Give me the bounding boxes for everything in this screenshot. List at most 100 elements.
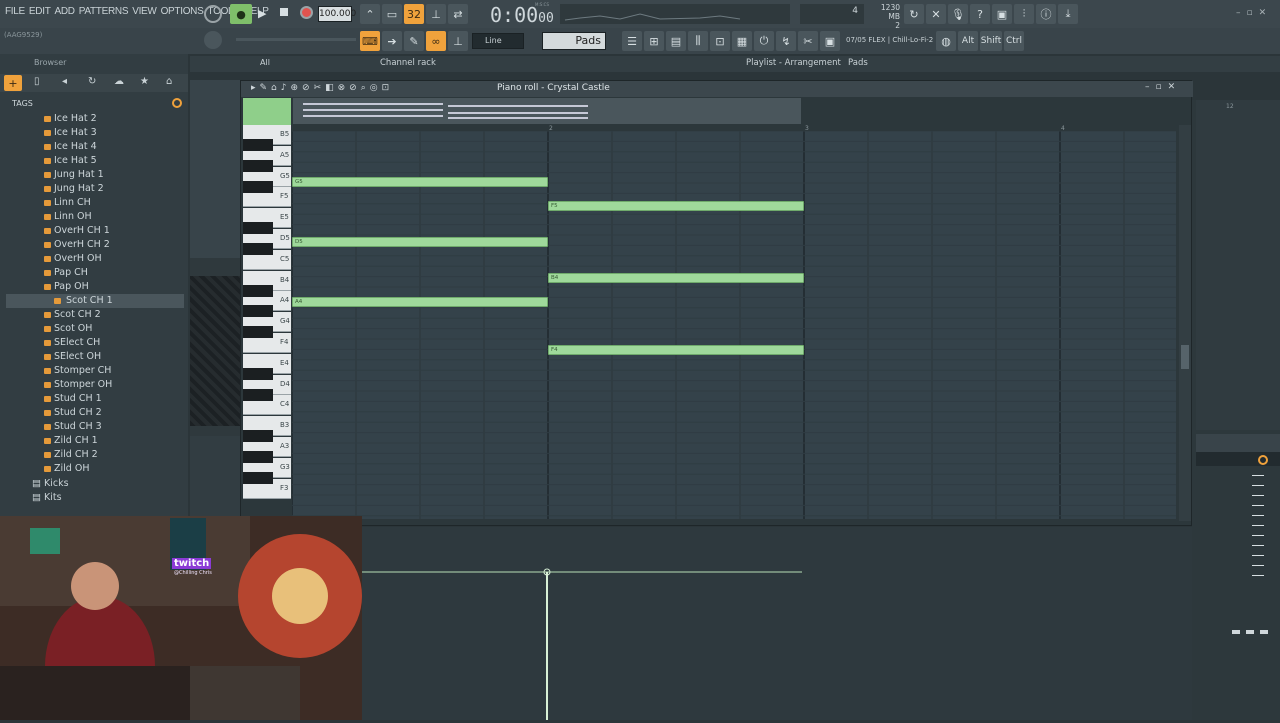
note[interactable]: F5 — [548, 201, 804, 211]
plugin-icon[interactable]: ▦ — [732, 31, 752, 51]
mixer-icon[interactable]: ⫶ — [1014, 4, 1034, 24]
metronome-icon[interactable]: ⌃ — [360, 4, 380, 24]
velocity-lane[interactable] — [362, 527, 1192, 720]
scrollbar-thumb[interactable] — [1181, 345, 1189, 369]
menu-patterns[interactable]: PATTERNS — [78, 6, 129, 17]
browser-refresh-icon[interactable]: ↻ — [88, 76, 96, 87]
browser-item[interactable]: Scot OH — [44, 322, 92, 336]
browser-item[interactable]: Scot CH 1 — [6, 294, 184, 308]
browser-item[interactable]: Ice Hat 5 — [44, 154, 97, 168]
mixer-view-icon[interactable]: ⫼ — [688, 31, 708, 51]
browser-back-icon[interactable]: ◂ — [62, 76, 67, 87]
browser-item[interactable]: Zild OH — [44, 462, 89, 476]
folder-kits[interactable]: ▤ Kits — [32, 492, 62, 506]
browser-item[interactable]: Linn OH — [44, 210, 92, 224]
wait-input-icon[interactable]: ▭ — [382, 4, 402, 24]
folder-kicks[interactable]: ▤ Kicks — [32, 478, 69, 492]
arrow-icon[interactable]: ➔ — [382, 31, 402, 51]
note-grid[interactable]: G5 D5 A4 F5 B4 F4 — [292, 131, 1176, 519]
microphone-icon[interactable]: 🎙 — [948, 4, 968, 24]
store-icon[interactable]: ▣ — [820, 31, 840, 51]
black-key[interactable] — [243, 388, 273, 401]
browser-item[interactable]: Zild CH 2 — [44, 448, 98, 462]
save-icon[interactable]: ▣ — [992, 4, 1012, 24]
browser-item[interactable]: Zild CH 1 — [44, 434, 98, 448]
browser-item[interactable]: Stud CH 3 — [44, 420, 102, 434]
black-key[interactable] — [243, 305, 273, 318]
browser-icon[interactable]: ⊡ — [710, 31, 730, 51]
shift-key-button[interactable]: Shift — [980, 31, 1002, 51]
menu-view[interactable]: VIEW — [131, 6, 157, 17]
browser-item[interactable]: Scot CH 2 — [44, 308, 101, 322]
browser-plus-icon[interactable]: + — [4, 75, 22, 91]
browser-item[interactable]: SElect CH — [44, 336, 100, 350]
browser-item[interactable]: Ice Hat 3 — [44, 126, 97, 140]
alt-key-button[interactable]: Alt — [958, 31, 978, 51]
black-key[interactable] — [243, 180, 273, 193]
note[interactable]: B4 — [548, 273, 804, 283]
browser-item[interactable]: Stud CH 1 — [44, 392, 102, 406]
browser-filter[interactable]: All — [260, 58, 270, 67]
blend-notes-icon[interactable]: ⊥ — [426, 4, 446, 24]
tempo-tap-icon[interactable]: ↯ — [776, 31, 796, 51]
menu-edit[interactable]: EDIT — [28, 6, 52, 17]
tempo-display[interactable]: 100.000 — [318, 6, 356, 22]
globe-icon[interactable]: ◍ — [936, 31, 956, 51]
browser-item[interactable]: Stomper OH — [44, 378, 112, 392]
window-controls[interactable]: –▫✕ — [1236, 8, 1272, 18]
note[interactable]: A4 — [292, 297, 548, 307]
undo-history-icon[interactable]: ↻ — [904, 4, 924, 24]
record-button[interactable] — [300, 6, 313, 19]
black-key[interactable] — [243, 284, 273, 297]
mixer-faders[interactable] — [1232, 600, 1272, 660]
black-key[interactable] — [243, 159, 273, 172]
ctrl-key-button[interactable]: Ctrl — [1004, 31, 1024, 51]
piano-roll-window-controls[interactable]: –▫✕ — [1145, 82, 1181, 92]
browser-item[interactable]: SElect OH — [44, 350, 101, 364]
note[interactable]: F4 — [548, 345, 804, 355]
browser-item[interactable]: Pap CH — [44, 266, 88, 280]
master-pitch-knob[interactable] — [204, 31, 222, 49]
menu-file[interactable]: FILE — [4, 6, 26, 17]
fader-3[interactable] — [1260, 630, 1268, 634]
piano-icon[interactable]: ⌨ — [360, 31, 380, 51]
stamp-icon[interactable]: ⊥ — [448, 31, 468, 51]
piano-keyboard[interactable]: B5 A5 G5 F5 E5 D5 C5 B4 A4 G4 F4 E4 D4 C4 B3 A3 G3 F3 — [243, 125, 291, 520]
fader-1[interactable] — [1232, 630, 1240, 634]
browser-file-icon[interactable]: ▯ — [34, 76, 40, 87]
search-icon[interactable] — [172, 98, 182, 108]
snap-selector[interactable]: Line — [472, 33, 524, 49]
black-key[interactable] — [243, 222, 273, 235]
loop-record-icon[interactable]: ⇄ — [448, 4, 468, 24]
info-icon[interactable]: ⓘ — [1036, 4, 1056, 24]
piano-roll-icon[interactable]: ⊞ — [644, 31, 664, 51]
browser-item[interactable]: Ice Hat 2 — [44, 112, 97, 126]
menu-add[interactable]: ADD — [54, 6, 76, 17]
black-key[interactable] — [243, 451, 273, 463]
browser-item[interactable]: OverH OH — [44, 252, 102, 266]
pitch-slider[interactable] — [236, 38, 356, 41]
help-icon[interactable]: ? — [970, 4, 990, 24]
black-key[interactable] — [243, 326, 273, 339]
playlist-icon[interactable]: ☰ — [622, 31, 642, 51]
note[interactable]: G5 — [292, 177, 548, 187]
master-volume-knob[interactable] — [204, 5, 222, 23]
browser-item[interactable]: Linn CH — [44, 196, 91, 210]
black-key[interactable] — [243, 471, 273, 484]
pattern-number[interactable]: 32 — [404, 4, 424, 24]
channel-rack-icon[interactable]: ▤ — [666, 31, 686, 51]
black-key[interactable] — [243, 430, 273, 443]
vertical-scrollbar[interactable] — [1179, 125, 1191, 521]
piano-roll-tools[interactable]: ▸✎⌂♪⊕⊘✂◧⊗⊘⌕◎⊡ — [251, 83, 393, 93]
play-button[interactable]: ▶ — [258, 7, 266, 20]
note[interactable]: D5 — [292, 237, 548, 247]
channel-rack-title[interactable]: Channel rack — [380, 58, 436, 68]
browser-item[interactable]: Jung Hat 2 — [44, 182, 104, 196]
pattern-song-toggle[interactable]: ● — [230, 4, 252, 24]
browser-item[interactable]: OverH CH 1 — [44, 224, 110, 238]
browser-item[interactable]: Stomper CH — [44, 364, 111, 378]
fader-2[interactable] — [1246, 630, 1254, 634]
black-key[interactable] — [243, 243, 273, 255]
browser-item[interactable]: Stud CH 2 — [44, 406, 102, 420]
playlist-title[interactable]: Playlist - Arrangement — [746, 58, 841, 68]
